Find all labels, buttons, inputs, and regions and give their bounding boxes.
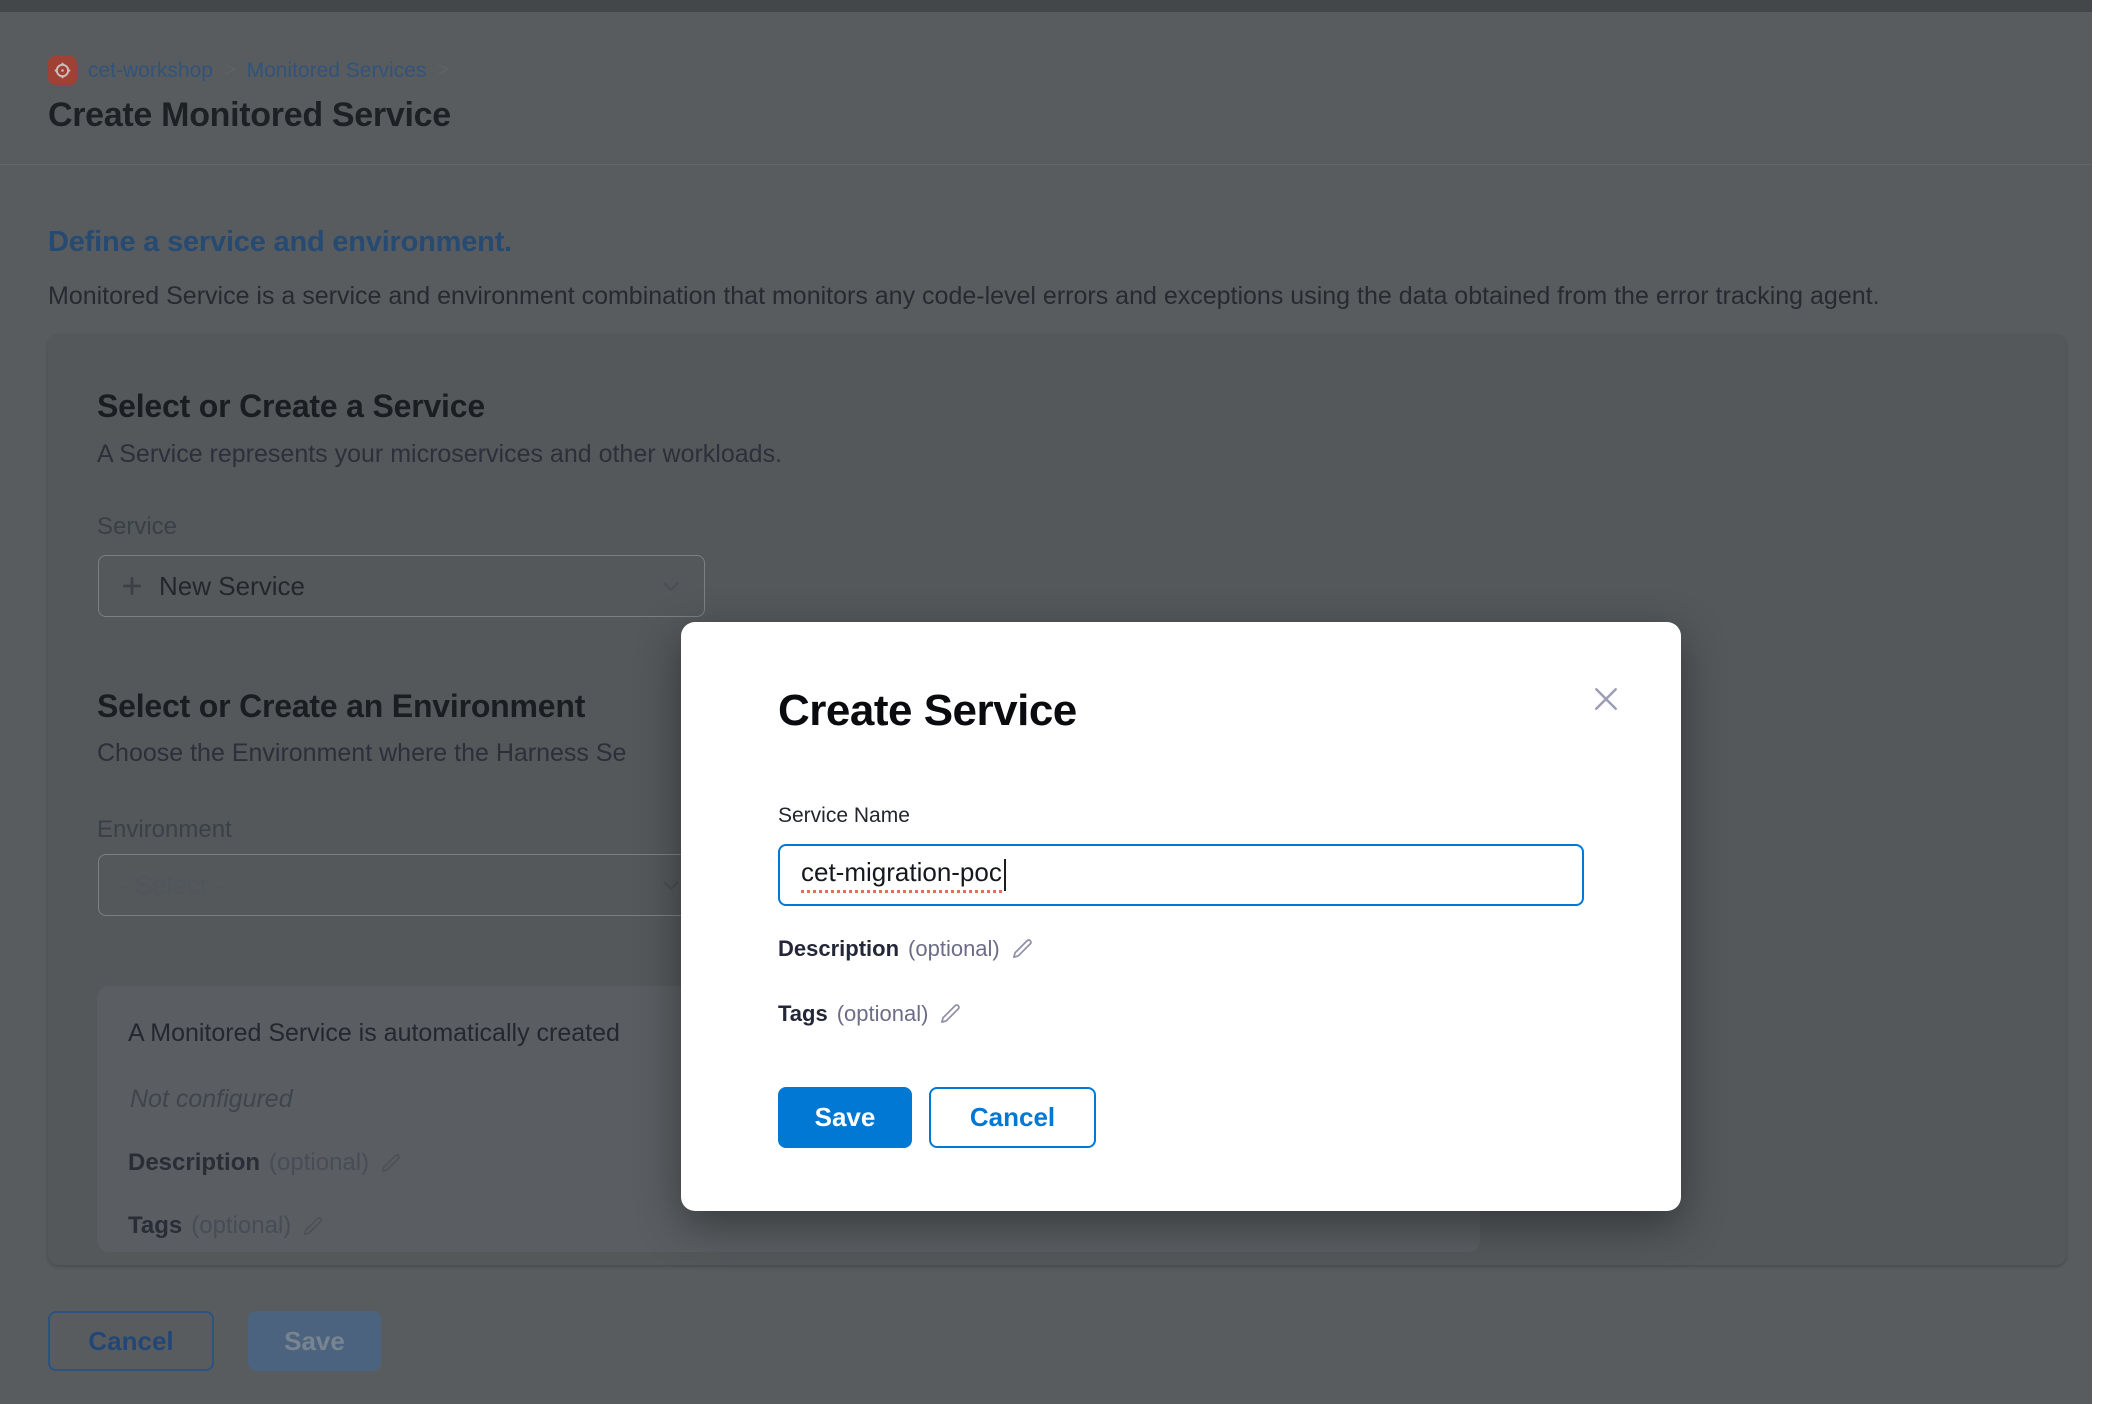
service-name-value: cet-migration-poc bbox=[801, 857, 1002, 893]
modal-title: Create Service bbox=[778, 686, 1077, 736]
modal-cancel-button[interactable]: Cancel bbox=[929, 1087, 1096, 1148]
create-monitored-service-page: cet-workshop > Monitored Services > Crea… bbox=[0, 0, 2112, 1404]
modal-save-button[interactable]: Save bbox=[778, 1087, 912, 1148]
pencil-icon[interactable] bbox=[1009, 936, 1035, 962]
pencil-icon[interactable] bbox=[937, 1001, 963, 1027]
create-service-modal: Create Service Service Name cet-migratio… bbox=[681, 622, 1681, 1211]
optional-suffix: (optional) bbox=[908, 936, 1000, 962]
description-label: Description bbox=[778, 936, 899, 962]
modal-tags-row: Tags (optional) bbox=[778, 1001, 963, 1027]
text-caret bbox=[1004, 859, 1006, 891]
modal-actions: Save Cancel bbox=[778, 1087, 1096, 1148]
scrollbar-gutter[interactable] bbox=[2092, 0, 2112, 1404]
close-icon[interactable] bbox=[1586, 679, 1626, 719]
tags-label: Tags bbox=[778, 1001, 828, 1027]
modal-description-row: Description (optional) bbox=[778, 936, 1035, 962]
optional-suffix: (optional) bbox=[837, 1001, 929, 1027]
service-name-input[interactable]: cet-migration-poc bbox=[778, 844, 1584, 906]
service-name-label: Service Name bbox=[778, 804, 910, 828]
window-top-edge bbox=[0, 0, 2092, 12]
